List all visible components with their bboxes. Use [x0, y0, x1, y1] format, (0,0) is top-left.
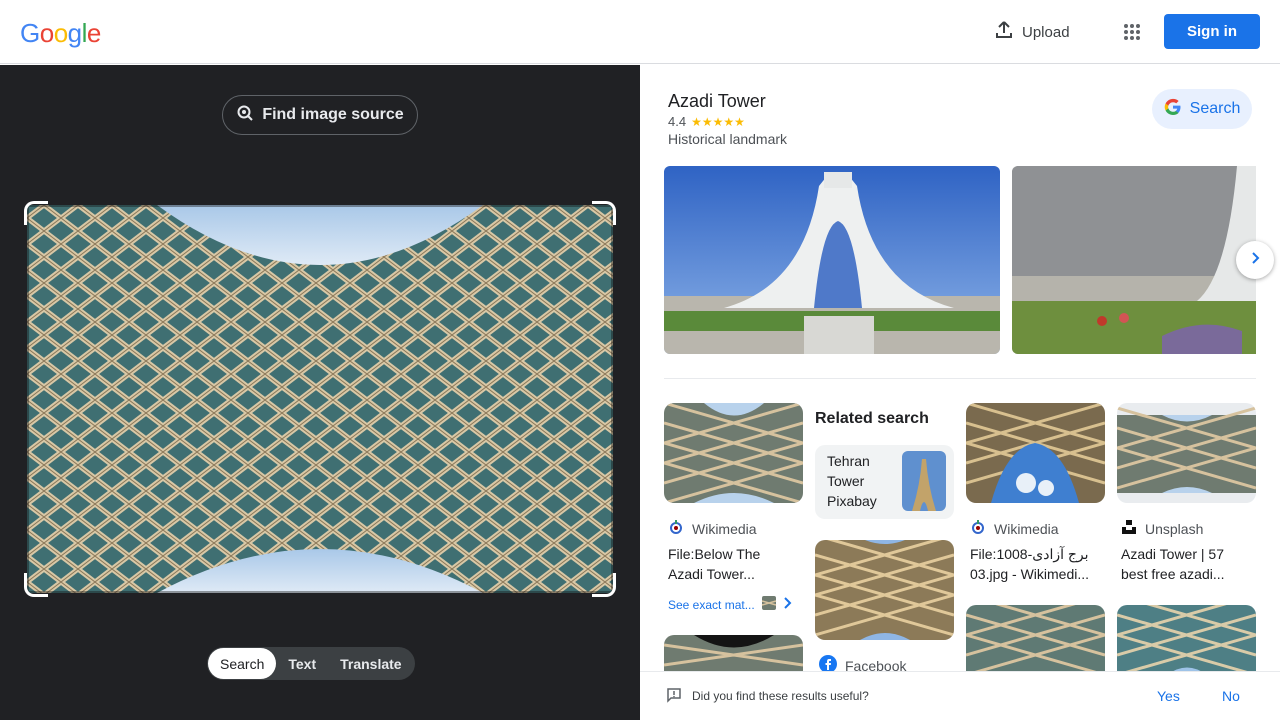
see-exact-label: See exact mat... — [668, 597, 755, 612]
top-bar: Google Upload Sign in — [0, 0, 1280, 64]
carousel-next-button[interactable] — [1236, 241, 1274, 279]
feedback-no-button[interactable]: No — [1222, 688, 1240, 704]
tab-search[interactable]: Search — [208, 648, 277, 679]
result-title-3-line1: Azadi Tower | 57 — [1121, 546, 1224, 562]
knowledge-search-button[interactable]: Search — [1152, 89, 1252, 129]
related-search-item[interactable]: Tehran Tower Pixabay — [815, 445, 954, 519]
related-search-line1: Tehran — [827, 453, 870, 469]
carousel-image-2[interactable] — [1012, 166, 1256, 354]
crop-handle-top-left[interactable] — [24, 201, 48, 225]
sign-in-button[interactable]: Sign in — [1164, 14, 1260, 49]
result-thumbnail-8[interactable] — [1117, 605, 1256, 675]
related-search-heading: Related search — [815, 410, 929, 427]
mode-tabs: Search Text Translate — [207, 647, 415, 680]
feedback-yes-button[interactable]: Yes — [1157, 688, 1180, 704]
upload-icon — [994, 20, 1014, 44]
apps-grid-icon[interactable] — [1112, 12, 1152, 52]
find-image-source-label: Find image source — [262, 106, 404, 123]
logo-letter-g2: g — [67, 18, 82, 48]
feedback-bar: Did you find these results useful? Yes N… — [640, 671, 1280, 720]
result-title-3-line2: best free azadi... — [1121, 566, 1225, 582]
crop-handle-top-right[interactable] — [592, 201, 616, 225]
result-thumbnail-6[interactable] — [815, 540, 954, 640]
chevron-right-small-icon — [783, 597, 793, 612]
knowledge-panel-category: Historical landmark — [668, 131, 788, 147]
result-thumbnail-7[interactable] — [966, 605, 1105, 675]
upload-label: Upload — [1022, 23, 1070, 41]
chevron-right-icon — [1248, 251, 1262, 270]
find-image-source-button[interactable]: Find image source — [222, 95, 418, 135]
see-exact-matches-link[interactable]: See exact mat... — [668, 595, 793, 614]
result-source-2[interactable]: Wikimedia — [970, 519, 1059, 538]
rating-stars-icon: ★★★★★ — [691, 114, 745, 129]
related-search-line2: Tower — [827, 473, 865, 489]
logo-letter-o2: o — [53, 18, 68, 48]
query-image[interactable] — [27, 205, 613, 593]
result-title-1-line2: Azadi Tower... — [668, 566, 755, 582]
result-source-3[interactable]: Unsplash — [1121, 519, 1203, 538]
google-logo[interactable]: Google — [20, 18, 101, 49]
exact-match-thumb-icon — [761, 595, 777, 614]
related-search-label: Tehran Tower Pixabay — [827, 451, 897, 511]
result-title-2[interactable]: File:1008-برج آزادی 03.jpg - Wikimedi... — [970, 544, 1105, 584]
result-thumbnail-2[interactable] — [966, 403, 1105, 503]
related-search-line3: Pixabay — [827, 493, 877, 509]
logo-letter-g1: G — [20, 18, 40, 48]
result-thumbnail-5[interactable] — [664, 635, 803, 675]
rating-value: 4.4 — [668, 114, 687, 129]
wikimedia-icon — [970, 519, 986, 538]
wikimedia-icon — [668, 519, 684, 538]
carousel-image-1[interactable] — [664, 166, 1000, 354]
image-search-icon — [236, 104, 254, 127]
results-pane: Azadi Tower 4.4 ★★★★★ Historical landmar… — [640, 65, 1280, 720]
result-title-3[interactable]: Azadi Tower | 57 best free azadi... — [1121, 544, 1256, 584]
result-title-2-line2: 03.jpg - Wikimedi... — [970, 566, 1090, 582]
crop-handle-bottom-right[interactable] — [592, 573, 616, 597]
feedback-question: Did you find these results useful? — [692, 689, 869, 703]
result-source-1[interactable]: Wikimedia — [668, 519, 757, 538]
tab-text[interactable]: Text — [276, 648, 328, 679]
section-divider — [664, 378, 1256, 379]
result-title-1-line1: File:Below The — [668, 546, 761, 562]
tab-translate[interactable]: Translate — [328, 648, 413, 679]
unsplash-icon — [1121, 519, 1137, 538]
query-image-pane: Find image source Search Text Translate — [0, 65, 640, 720]
related-search-thumbnail — [902, 451, 946, 511]
upload-button[interactable]: Upload — [984, 12, 1080, 52]
google-g-icon — [1164, 98, 1182, 121]
result-thumbnail-3[interactable] — [1117, 403, 1256, 503]
logo-letter-o1: o — [39, 18, 54, 48]
result-source-label-3: Unsplash — [1145, 520, 1204, 537]
result-source-label-2: Wikimedia — [994, 520, 1059, 537]
result-title-2-line1: File:1008-برج آزادی — [970, 546, 1089, 562]
knowledge-search-label: Search — [1189, 100, 1241, 117]
feedback-icon — [666, 687, 682, 708]
result-source-label-1: Wikimedia — [692, 520, 757, 537]
rating-row: 4.4 ★★★★★ — [668, 114, 745, 129]
crop-handle-bottom-left[interactable] — [24, 573, 48, 597]
result-thumbnail-1[interactable] — [664, 403, 803, 503]
logo-letter-e: e — [86, 18, 101, 48]
result-title-1[interactable]: File:Below The Azadi Tower... — [668, 544, 803, 584]
knowledge-panel-title[interactable]: Azadi Tower — [668, 91, 766, 112]
